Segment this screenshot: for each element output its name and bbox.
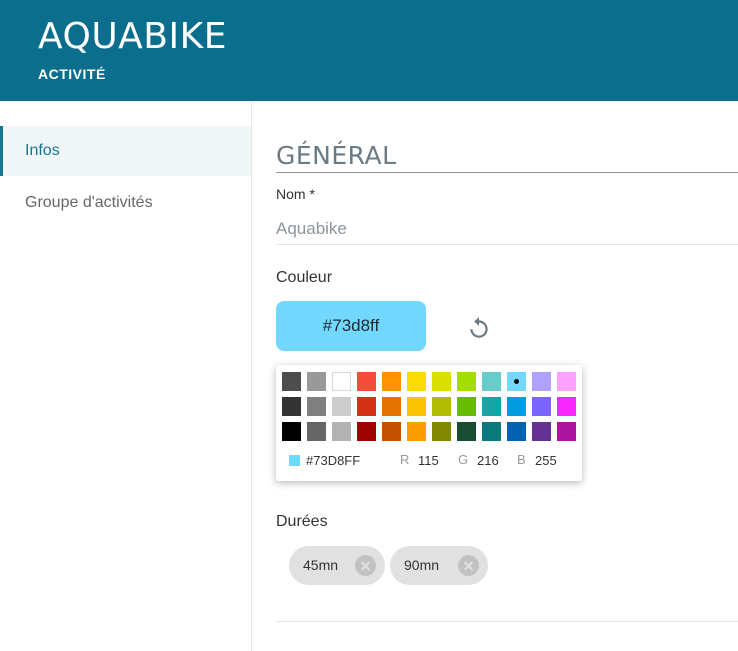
b-input[interactable] bbox=[535, 449, 563, 471]
color-swatch[interactable] bbox=[432, 397, 451, 416]
color-swatch[interactable] bbox=[407, 372, 426, 391]
color-swatch[interactable] bbox=[382, 397, 401, 416]
form-divider bbox=[276, 621, 738, 622]
chip-label: 45mn bbox=[303, 557, 339, 573]
color-swatch[interactable] bbox=[532, 422, 551, 441]
main-content: GÉNÉRAL Nom * Couleur #73d8ff R G B Duré… bbox=[252, 101, 738, 651]
color-swatch[interactable] bbox=[482, 372, 501, 391]
color-swatch[interactable] bbox=[457, 372, 476, 391]
duration-chip: 90mn bbox=[390, 546, 488, 585]
color-swatch[interactable] bbox=[507, 372, 526, 391]
color-picker-popover: R G B bbox=[276, 365, 582, 481]
color-swatch[interactable] bbox=[532, 372, 551, 391]
color-swatch[interactable] bbox=[507, 422, 526, 441]
color-button[interactable]: #73d8ff bbox=[276, 301, 426, 351]
color-swatch[interactable] bbox=[507, 397, 526, 416]
b-label: B bbox=[517, 452, 526, 467]
color-swatch[interactable] bbox=[557, 422, 576, 441]
color-swatch[interactable] bbox=[457, 422, 476, 441]
color-swatch[interactable] bbox=[332, 397, 351, 416]
sidebar-item-infos[interactable]: Infos bbox=[0, 126, 251, 176]
r-input[interactable] bbox=[418, 449, 446, 471]
color-swatch[interactable] bbox=[307, 422, 326, 441]
color-swatch[interactable] bbox=[407, 397, 426, 416]
name-label: Nom * bbox=[276, 186, 315, 202]
color-swatch[interactable] bbox=[557, 397, 576, 416]
page-subtitle: ACTIVITÉ bbox=[38, 66, 106, 82]
color-swatch[interactable] bbox=[382, 422, 401, 441]
selected-indicator bbox=[514, 379, 519, 384]
chip-label: 90mn bbox=[404, 557, 440, 573]
color-swatch[interactable] bbox=[357, 372, 376, 391]
hex-input[interactable] bbox=[306, 449, 386, 471]
color-swatch[interactable] bbox=[382, 372, 401, 391]
color-swatch[interactable] bbox=[332, 372, 351, 391]
section-title: GÉNÉRAL bbox=[276, 141, 397, 170]
duration-chip: 45mn bbox=[289, 546, 385, 585]
color-swatch[interactable] bbox=[282, 397, 301, 416]
color-swatch[interactable] bbox=[407, 422, 426, 441]
color-swatch[interactable] bbox=[282, 422, 301, 441]
color-swatch[interactable] bbox=[332, 422, 351, 441]
section-divider bbox=[276, 172, 738, 173]
color-swatch[interactable] bbox=[532, 397, 551, 416]
color-swatch[interactable] bbox=[357, 422, 376, 441]
color-swatch[interactable] bbox=[357, 397, 376, 416]
color-swatch[interactable] bbox=[432, 372, 451, 391]
color-label: Couleur bbox=[276, 269, 333, 286]
color-swatch[interactable] bbox=[557, 372, 576, 391]
refresh-icon[interactable] bbox=[466, 315, 492, 341]
color-swatch[interactable] bbox=[307, 397, 326, 416]
g-label: G bbox=[458, 452, 469, 467]
color-swatch[interactable] bbox=[457, 397, 476, 416]
color-swatch[interactable] bbox=[482, 422, 501, 441]
sidebar-item-groupe-activites[interactable]: Groupe d'activités bbox=[0, 178, 251, 228]
color-swatch[interactable] bbox=[307, 372, 326, 391]
r-label: R bbox=[400, 452, 410, 467]
color-swatch[interactable] bbox=[482, 397, 501, 416]
page-header: AQUABIKE ACTIVITÉ bbox=[0, 0, 738, 101]
sidebar: Infos Groupe d'activités bbox=[0, 101, 252, 651]
current-color-swatch bbox=[289, 455, 300, 466]
name-input[interactable] bbox=[276, 209, 738, 245]
remove-chip-icon[interactable] bbox=[458, 555, 479, 576]
durations-label: Durées bbox=[276, 513, 328, 530]
page-title: AQUABIKE bbox=[38, 16, 227, 57]
color-swatch[interactable] bbox=[432, 422, 451, 441]
remove-chip-icon[interactable] bbox=[355, 555, 376, 576]
g-input[interactable] bbox=[477, 449, 505, 471]
color-swatch[interactable] bbox=[282, 372, 301, 391]
